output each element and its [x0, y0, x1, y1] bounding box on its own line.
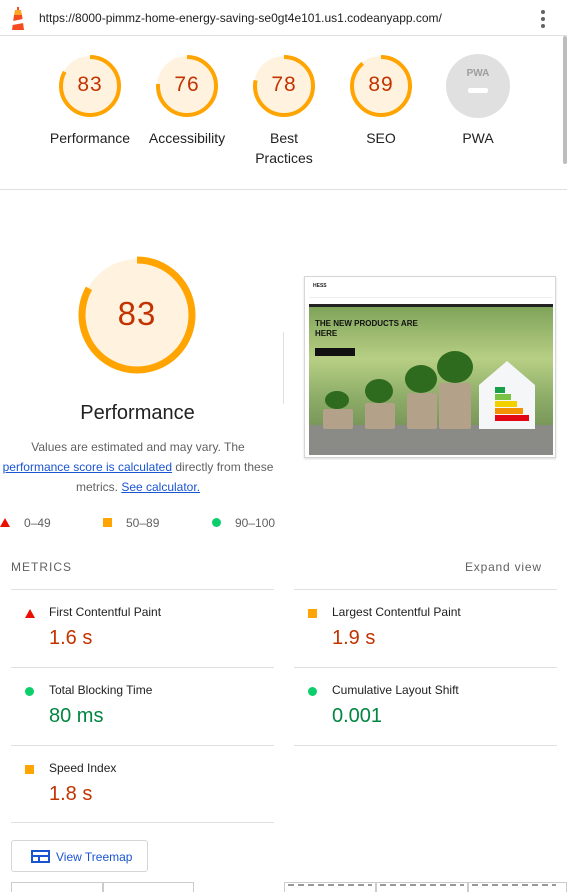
coin-stack: [439, 383, 471, 429]
gauge-score: 76: [174, 73, 200, 96]
pwa-badge-text: PWA: [467, 68, 490, 79]
metric-name: Cumulative Layout Shift: [332, 683, 459, 697]
score-calculated-link[interactable]: performance score is calculated: [3, 460, 172, 474]
coin-stack: [323, 409, 353, 429]
fail-triangle-icon: [0, 518, 10, 527]
legend-range: 90–100: [235, 516, 276, 530]
metric-name: Total Blocking Time: [49, 683, 153, 697]
gauge-pwa[interactable]: PWA PWA: [428, 54, 528, 148]
view-treemap-label: View Treemap: [56, 850, 133, 864]
coin-stack: [407, 393, 437, 429]
metric-name: Speed Index: [49, 761, 117, 775]
description-line: Values are estimated and may vary. The: [0, 437, 276, 457]
gauge-seo[interactable]: 89 SEO: [331, 54, 431, 148]
pass-circle-icon: [308, 687, 317, 696]
vertical-divider: [283, 332, 284, 404]
metric-speed-index[interactable]: Speed Index 1.8 s: [11, 745, 274, 823]
gauge-score: 89: [368, 73, 394, 96]
gauge-label-line: Best: [269, 130, 298, 146]
more-vert-icon[interactable]: [536, 10, 550, 28]
metric-divider: [11, 822, 274, 823]
gauge-label: PWA: [462, 130, 494, 146]
metric-value: 1.8 s: [49, 783, 93, 805]
pass-circle-icon: [212, 518, 221, 527]
house-energy-icon: [479, 361, 535, 429]
see-calculator-link[interactable]: See calculator.: [121, 480, 200, 494]
tree: [437, 351, 473, 383]
metric-value: 0.001: [332, 705, 383, 727]
gauge-score: 83: [77, 73, 103, 96]
view-treemap-button[interactable]: View Treemap: [11, 840, 148, 872]
performance-gauge: 83: [77, 255, 197, 375]
filmstrip: [0, 880, 567, 892]
description-text: metrics.: [75, 480, 118, 494]
pass-circle-icon: [25, 687, 34, 696]
gauge-label: Best Practices: [234, 128, 334, 168]
average-square-icon: [308, 609, 317, 618]
metric-name: Largest Contentful Paint: [332, 605, 461, 619]
legend-range: 0–49: [24, 516, 51, 530]
filmstrip-mini-nav: [288, 884, 372, 886]
performance-description: Values are estimated and may vary. The p…: [0, 437, 276, 497]
description-line: performance score is calculated directly…: [0, 457, 276, 477]
filmstrip-frame: [103, 882, 194, 892]
page-url[interactable]: https://8000-pimmz-home-energy-saving-se…: [39, 11, 442, 25]
performance-score: 83: [117, 295, 157, 332]
metric-value: 80 ms: [49, 705, 104, 727]
filmstrip-mini-nav: [472, 884, 556, 886]
metric-name: First Contentful Paint: [49, 605, 162, 619]
gauge-label: Performance: [49, 130, 131, 146]
metric-value: 1.6 s: [49, 627, 93, 649]
average-square-icon: [25, 765, 34, 774]
score-legend: 0–49 50–89 90–100: [0, 515, 290, 531]
thumb-hero-text: THE NEW PRODUCTS ARE HERE: [315, 319, 418, 338]
lighthouse-icon: [12, 7, 24, 30]
description-line: metrics. See calculator.: [0, 477, 276, 497]
expand-view-toggle[interactable]: Expand view: [465, 560, 542, 574]
final-screenshot[interactable]: HESS THE NEW PRODUCTS ARE HERE: [304, 276, 556, 458]
metrics-heading: METRICS: [11, 560, 72, 574]
score-summary: 83 Performance 76 Accessibility 78 Best …: [0, 36, 567, 190]
thumb-hero: THE NEW PRODUCTS ARE HERE: [309, 307, 553, 455]
average-square-icon: [103, 518, 112, 527]
description-text: Values are estimated and may vary. The: [31, 440, 245, 454]
thumb-brand: HESS: [313, 283, 327, 289]
fail-triangle-icon: [25, 609, 35, 618]
url-bar: https://8000-pimmz-home-energy-saving-se…: [0, 0, 567, 36]
gauge-label: Accessibility: [148, 130, 226, 146]
gauge-label: SEO: [366, 130, 396, 146]
metric-first-contentful-paint[interactable]: First Contentful Paint 1.6 s: [11, 589, 274, 667]
filmstrip-frame: [11, 882, 103, 892]
thumb-ground: [309, 425, 553, 455]
treemap-icon: [31, 850, 50, 863]
filmstrip-mini-nav: [380, 884, 464, 886]
tree: [325, 391, 349, 409]
description-text: directly from these: [175, 460, 274, 474]
coin-stack: [365, 403, 395, 429]
metric-divider: [294, 745, 557, 746]
pwa-badge-icon: PWA: [446, 54, 510, 118]
gauge-accessibility[interactable]: 76 Accessibility: [137, 54, 237, 148]
metric-total-blocking-time[interactable]: Total Blocking Time 80 ms: [11, 667, 274, 745]
gauge-performance[interactable]: 83 Performance: [40, 54, 140, 148]
thumb-nav: [309, 297, 553, 301]
gauge-best-practices[interactable]: 78 Best Practices: [234, 54, 334, 168]
performance-title: Performance: [80, 402, 195, 424]
metric-value: 1.9 s: [332, 627, 376, 649]
thumb-hero-button: [315, 348, 355, 356]
gauge-label-line: Practices: [255, 150, 313, 166]
metric-cumulative-layout-shift[interactable]: Cumulative Layout Shift 0.001: [294, 667, 557, 745]
tree: [365, 379, 393, 403]
legend-range: 50–89: [126, 516, 160, 530]
metric-largest-contentful-paint[interactable]: Largest Contentful Paint 1.9 s: [294, 589, 557, 667]
tree: [405, 365, 437, 393]
gauge-score: 78: [271, 73, 297, 96]
